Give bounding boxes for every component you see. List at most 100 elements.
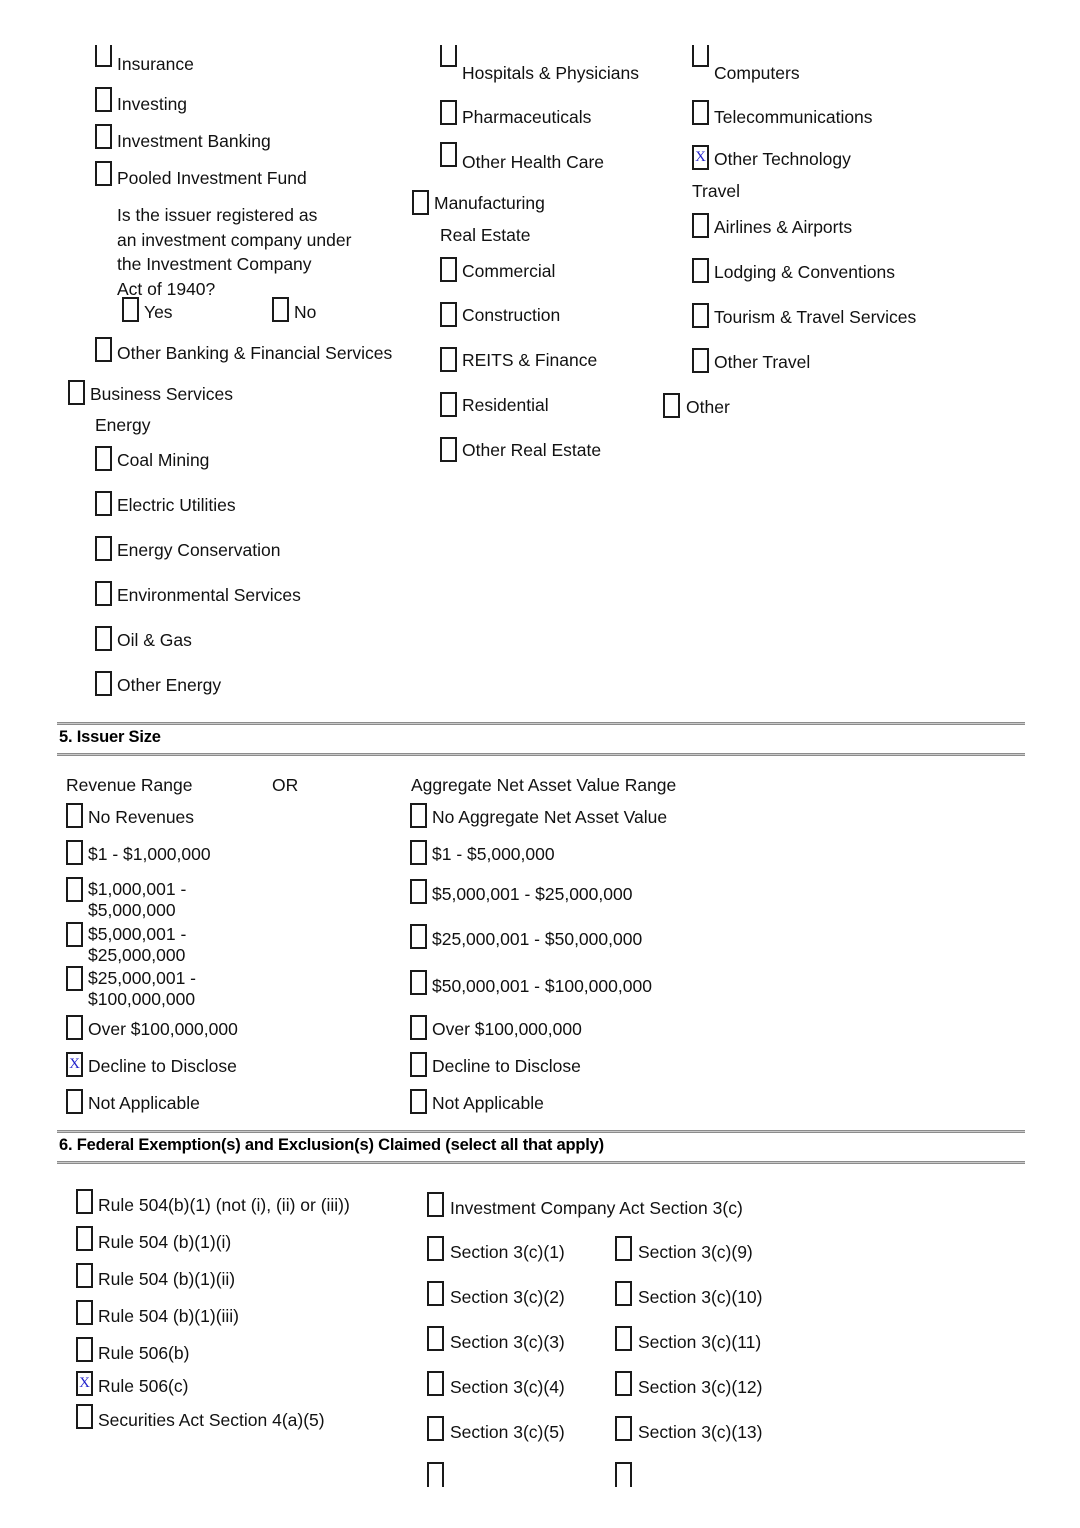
- label-electric-utilities: Electric Utilities: [117, 495, 236, 515]
- label-commercial: Commercial: [462, 261, 556, 281]
- checkbox-nav-25m-to-50m[interactable]: [410, 924, 427, 949]
- checkbox-commercial[interactable]: [440, 257, 457, 282]
- checkbox-residential[interactable]: [440, 392, 457, 417]
- checkbox-section-3c-9[interactable]: [615, 1236, 632, 1261]
- checkbox-reits-and-finance[interactable]: [440, 347, 457, 372]
- checkbox-nav-5m-to-25m[interactable]: [410, 879, 427, 904]
- label-environmental-services: Environmental Services: [117, 585, 301, 605]
- label-pharmaceuticals: Pharmaceuticals: [462, 107, 592, 127]
- label-section-3c-2: Section 3(c)(2): [450, 1287, 565, 1307]
- checkbox-section-3c-11[interactable]: [615, 1326, 632, 1351]
- checkbox-nav-50m-to-100m[interactable]: [410, 970, 427, 995]
- checkbox-other-technology[interactable]: [692, 145, 709, 170]
- checkbox-investing[interactable]: [95, 87, 112, 112]
- label-nav-50m-to-100m: $50,000,001 - $100,000,000: [432, 976, 652, 996]
- checkbox-rule-504-b-1[interactable]: [76, 1189, 93, 1214]
- checkbox-business-services[interactable]: [68, 380, 85, 405]
- checkbox-section-3c-5[interactable]: [427, 1416, 444, 1441]
- label-other-technology: Other Technology: [714, 149, 851, 169]
- checkbox-nav-not-applicable[interactable]: [410, 1089, 427, 1114]
- checkbox-coal-mining[interactable]: [95, 446, 112, 471]
- section-title-federal-exemptions: 6. Federal Exemption(s) and Exclusion(s)…: [59, 1136, 604, 1154]
- checkbox-nav-decline-to-disclose[interactable]: [410, 1052, 427, 1077]
- checkbox-energy-conservation[interactable]: [95, 536, 112, 561]
- label-energy-conservation: Energy Conservation: [117, 540, 281, 560]
- label-revenue-1m-to-5m: $1,000,001 - $5,000,000: [88, 879, 187, 920]
- checkbox-construction[interactable]: [440, 302, 457, 327]
- checkbox-revenue-not-applicable[interactable]: [66, 1089, 83, 1114]
- checkbox-revenue-no-revenues[interactable]: [66, 803, 83, 828]
- checkbox-revenue-1m-to-5m[interactable]: [66, 877, 83, 902]
- label-computers: Computers: [714, 63, 800, 83]
- checkbox-revenue-1-to-1m[interactable]: [66, 840, 83, 865]
- checkbox-nav-over-100m[interactable]: [410, 1015, 427, 1040]
- checkbox-nav-1-to-5m[interactable]: [410, 840, 427, 865]
- checkbox-airlines-airports[interactable]: [692, 213, 709, 238]
- checkbox-section-3c-left-next[interactable]: [427, 1462, 444, 1487]
- checkbox-other-real-estate[interactable]: [440, 437, 457, 462]
- checkbox-other-energy[interactable]: [95, 671, 112, 696]
- checkbox-investment-company-act-section-3c[interactable]: [427, 1192, 444, 1217]
- label-other-real-estate: Other Real Estate: [462, 440, 602, 460]
- checkbox-section-3c-right-next[interactable]: [615, 1462, 632, 1487]
- checkbox-insurance[interactable]: [95, 45, 112, 67]
- checkbox-other-travel[interactable]: [692, 348, 709, 373]
- label-nav-decline-to-disclose: Decline to Disclose: [432, 1056, 581, 1076]
- checkbox-revenue-decline-to-disclose[interactable]: [66, 1052, 83, 1077]
- label-section-3c-4: Section 3(c)(4): [450, 1377, 565, 1397]
- checkbox-revenue-25m-to-100m[interactable]: [66, 966, 83, 991]
- checkbox-environmental-services[interactable]: [95, 581, 112, 606]
- label-other-health-care: Other Health Care: [462, 152, 605, 172]
- checkbox-hospitals-physicians[interactable]: [440, 45, 457, 67]
- label-revenue-decline-to-disclose: Decline to Disclose: [88, 1056, 237, 1076]
- checkbox-revenue-over-100m[interactable]: [66, 1015, 83, 1040]
- checkbox-pharmaceuticals[interactable]: [440, 100, 457, 125]
- checkbox-nav-none[interactable]: [410, 803, 427, 828]
- pooled-fund-registration-question: Is the issuer registered as an investmen…: [117, 205, 352, 299]
- checkbox-section-3c-1[interactable]: [427, 1236, 444, 1261]
- label-investment-company-no: No: [294, 302, 317, 322]
- checkbox-oil-and-gas[interactable]: [95, 626, 112, 651]
- label-lodging-conventions: Lodging & Conventions: [714, 262, 895, 282]
- label-nav-5m-to-25m: $5,000,001 - $25,000,000: [432, 884, 633, 904]
- label-coal-mining: Coal Mining: [117, 450, 210, 470]
- label-rule-504-b-1-iii: Rule 504 (b)(1)(iii): [98, 1306, 240, 1326]
- checkbox-other-banking-financial-services[interactable]: [95, 337, 112, 362]
- label-section-3c-1: Section 3(c)(1): [450, 1242, 565, 1262]
- checkbox-investment-company-yes[interactable]: [122, 297, 139, 322]
- checkbox-section-3c-12[interactable]: [615, 1371, 632, 1396]
- checkbox-manufacturing[interactable]: [412, 190, 429, 215]
- label-tourism-travel-services: Tourism & Travel Services: [714, 307, 917, 327]
- checkbox-rule-506-b[interactable]: [76, 1337, 93, 1362]
- label-revenue-25m-to-100m: $25,000,001 - $100,000,000: [88, 968, 197, 1009]
- checkbox-rule-504-b-1-iii[interactable]: [76, 1300, 93, 1325]
- checkbox-computers[interactable]: [692, 45, 709, 67]
- checkbox-revenue-5m-to-25m[interactable]: [66, 922, 83, 947]
- checkbox-section-3c-2[interactable]: [427, 1281, 444, 1306]
- checkbox-rule-504-b-1-ii[interactable]: [76, 1263, 93, 1288]
- checkbox-section-3c-10[interactable]: [615, 1281, 632, 1306]
- checkbox-investment-company-no[interactable]: [272, 297, 289, 322]
- checkbox-telecommunications[interactable]: [692, 100, 709, 125]
- checkbox-investment-banking[interactable]: [95, 124, 112, 149]
- checkbox-pooled-investment-fund[interactable]: [95, 161, 112, 186]
- checkbox-securities-act-section-4a5[interactable]: [76, 1404, 93, 1429]
- checkbox-electric-utilities[interactable]: [95, 491, 112, 516]
- checkbox-rule-506-c[interactable]: [76, 1371, 93, 1396]
- checkbox-section-3c-4[interactable]: [427, 1371, 444, 1396]
- label-or-separator: OR: [272, 775, 299, 795]
- checkbox-tourism-travel-services[interactable]: [692, 303, 709, 328]
- checkbox-section-3c-13[interactable]: [615, 1416, 632, 1441]
- label-reits-and-finance: REITS & Finance: [462, 350, 598, 370]
- checkbox-other-health-care[interactable]: [440, 142, 457, 167]
- checkbox-rule-504-b-1-i[interactable]: [76, 1226, 93, 1251]
- checkbox-other-industry[interactable]: [663, 393, 680, 418]
- checkbox-lodging-conventions[interactable]: [692, 258, 709, 283]
- label-other-industry: Other: [686, 397, 730, 417]
- label-construction: Construction: [462, 305, 561, 325]
- label-nav-1-to-5m: $1 - $5,000,000: [432, 844, 555, 864]
- label-nav-not-applicable: Not Applicable: [432, 1093, 544, 1113]
- label-securities-act-section-4a5: Securities Act Section 4(a)(5): [98, 1410, 325, 1430]
- checkbox-section-3c-3[interactable]: [427, 1326, 444, 1351]
- label-investment-banking: Investment Banking: [117, 131, 271, 151]
